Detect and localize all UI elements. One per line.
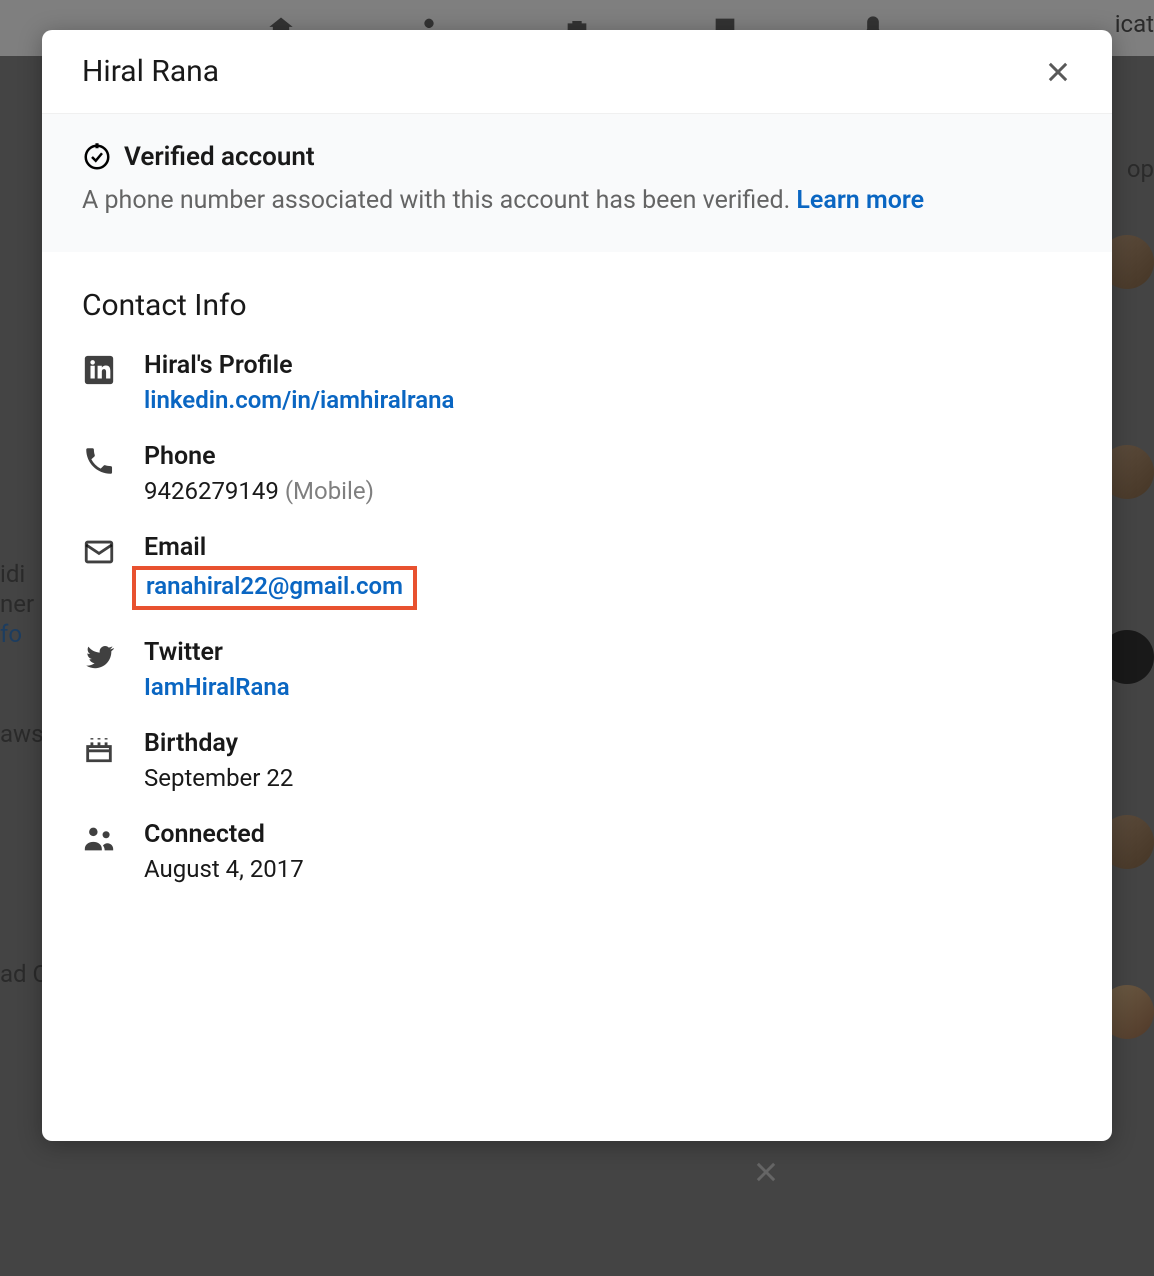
twitter-link[interactable]: IamHiralRana [144, 673, 1072, 701]
phone-label: Phone [144, 442, 1072, 471]
email-highlight: ranahiral22@gmail.com [132, 566, 417, 610]
contact-item-twitter: Twitter IamHiralRana [82, 638, 1072, 701]
close-button[interactable] [1044, 58, 1072, 86]
phone-type: (Mobile) [285, 477, 374, 505]
profile-label: Hiral's Profile [144, 351, 1072, 380]
envelope-icon [82, 535, 116, 569]
connected-value: August 4, 2017 [144, 855, 1072, 883]
modal-title: Hiral Rana [82, 54, 219, 89]
learn-more-link[interactable]: Learn more [796, 186, 924, 215]
verified-icon [82, 142, 112, 172]
linkedin-icon [82, 353, 116, 387]
twitter-label: Twitter [144, 638, 1072, 667]
phone-number: 9426279149 [144, 477, 279, 505]
contact-item-birthday: Birthday September 22 [82, 729, 1072, 792]
verified-description: A phone number associated with this acco… [82, 182, 1072, 220]
birthday-label: Birthday [144, 729, 1072, 758]
verified-desc-text: A phone number associated with this acco… [82, 186, 796, 215]
email-label: Email [144, 533, 1072, 562]
verified-title: Verified account [124, 142, 315, 172]
profile-link[interactable]: linkedin.com/in/iamhiralrana [144, 386, 1072, 414]
people-icon [82, 822, 116, 856]
contact-item-profile: Hiral's Profile linkedin.com/in/iamhiral… [82, 351, 1072, 414]
cake-icon [82, 731, 116, 765]
email-link[interactable]: ranahiral22@gmail.com [146, 572, 403, 600]
contact-info-section: Contact Info Hiral's Profile linkedin.co… [42, 252, 1112, 931]
twitter-icon [82, 640, 116, 674]
contact-item-phone: Phone 9426279149 (Mobile) [82, 442, 1072, 505]
birthday-value: September 22 [144, 764, 1072, 792]
section-title: Contact Info [82, 288, 1072, 323]
verified-section: Verified account A phone number associat… [42, 114, 1112, 252]
close-icon[interactable] [752, 1158, 780, 1186]
contact-info-modal: Hiral Rana Verified account A phone numb… [42, 30, 1112, 1141]
verified-header: Verified account [82, 142, 1072, 172]
contact-item-connected: Connected August 4, 2017 [82, 820, 1072, 883]
connected-label: Connected [144, 820, 1072, 849]
phone-icon [82, 444, 116, 478]
modal-header: Hiral Rana [42, 30, 1112, 114]
phone-value: 9426279149 (Mobile) [144, 477, 1072, 505]
contact-item-email: Email ranahiral22@gmail.com [82, 533, 1072, 610]
